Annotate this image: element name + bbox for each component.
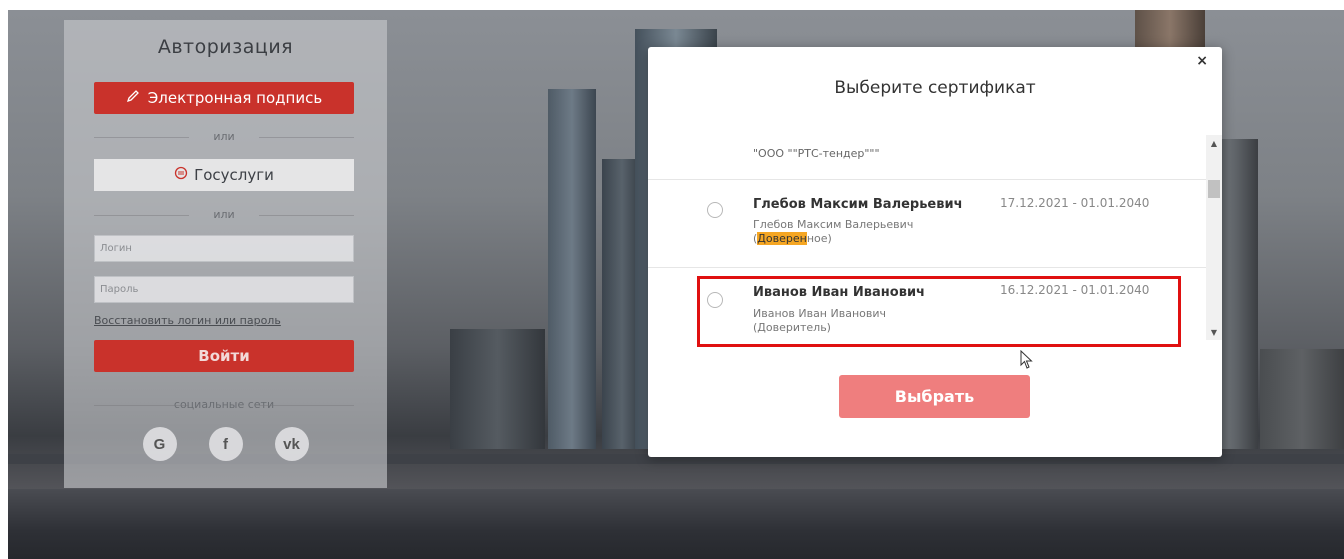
social-buttons: G f vk <box>64 427 387 461</box>
certificate-modal: × Выберите сертификат "ООО ""РТС-тендер"… <box>648 47 1222 457</box>
select-button[interactable]: Выбрать <box>839 375 1030 418</box>
login-title: Авторизация <box>157 36 294 58</box>
annotation-highlight-box <box>697 276 1181 347</box>
frame-edge <box>0 0 8 559</box>
password-input[interactable] <box>94 276 354 303</box>
or-divider: или <box>94 130 354 143</box>
restore-credentials-link[interactable]: Восстановить логин или пароль <box>94 314 281 327</box>
or-divider: или <box>94 208 354 221</box>
bg-building <box>450 329 545 449</box>
gosuslugi-icon <box>174 166 188 184</box>
login-input[interactable] <box>94 235 354 262</box>
google-icon[interactable]: G <box>142 427 177 461</box>
scroll-up-icon[interactable]: ▲ <box>1206 135 1222 151</box>
search-highlight: Доверен <box>757 232 807 245</box>
electronic-signature-label: Электронная подпись <box>147 89 323 107</box>
certificate-name: Глебов Максим Валерьевич <box>753 197 963 212</box>
mouse-cursor-icon <box>1020 349 1034 374</box>
certificate-owner: Глебов Максим Валерьевич <box>753 218 914 231</box>
list-scrollbar[interactable]: ▲ ▼ <box>1206 135 1222 340</box>
frame-edge <box>0 0 1344 10</box>
social-networks-label: социальные сети <box>94 398 354 411</box>
modal-title: Выберите сертификат <box>834 78 1036 98</box>
certificate-role: (Доверенное) <box>753 232 943 246</box>
electronic-signature-button[interactable]: Электронная подпись <box>94 82 354 114</box>
bg-building <box>1260 349 1344 449</box>
bg-building <box>548 89 596 449</box>
login-button[interactable]: Войти <box>94 340 354 372</box>
scroll-down-icon[interactable]: ▼ <box>1206 324 1222 340</box>
close-icon[interactable]: × <box>1196 53 1208 69</box>
bg-water <box>0 489 1344 559</box>
gosuslugi-button[interactable]: Госуслуги <box>94 159 354 191</box>
vk-icon[interactable]: vk <box>274 427 309 461</box>
certificate-radio[interactable] <box>707 202 723 218</box>
scroll-thumb[interactable] <box>1208 180 1220 198</box>
gosuslugi-label: Госуслуги <box>194 166 274 184</box>
certificate-org-fragment: "ООО ""РТС-тендер""" <box>753 147 880 160</box>
role-rest: ное) <box>806 232 832 245</box>
certificate-details: Глебов Максим Валерьевич (Доверенное) <box>753 218 943 246</box>
facebook-icon[interactable]: f <box>208 427 243 461</box>
pen-icon <box>126 89 140 107</box>
login-panel: Авторизация Электронная подпись или Госу… <box>64 20 387 488</box>
certificate-item[interactable]: Глебов Максим Валерьевич Глебов Максим В… <box>648 179 1206 267</box>
certificate-validity: 17.12.2021 - 01.01.2040 <box>1000 196 1150 210</box>
